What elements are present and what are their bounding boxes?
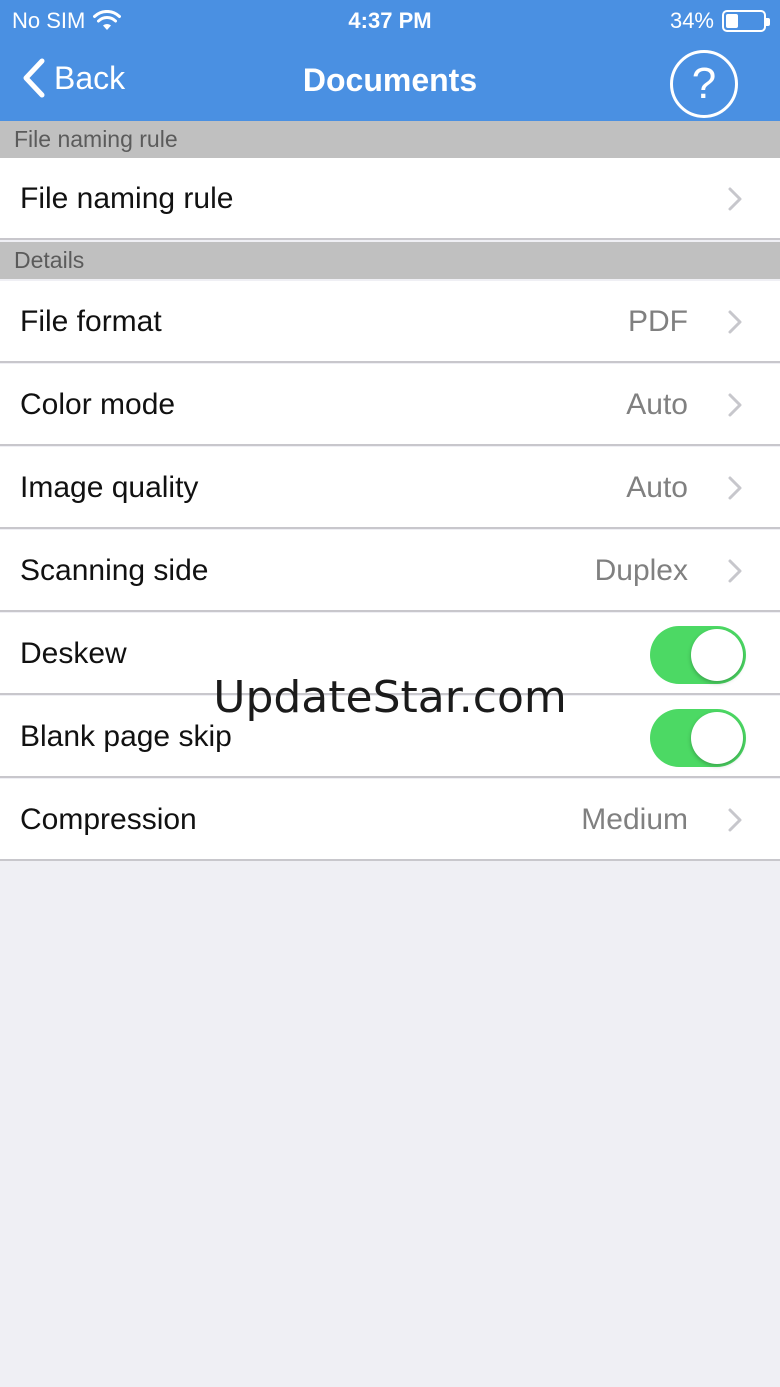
row-value: Medium [581, 803, 688, 836]
chevron-right-icon [728, 476, 742, 500]
navigation-bar: Back Documents ? [0, 40, 780, 121]
section-header-details: Details [0, 242, 780, 279]
status-right: 34% [669, 8, 770, 34]
row-value: Auto [626, 471, 688, 504]
question-mark-icon: ? [691, 59, 717, 108]
row-file-naming-rule[interactable]: File naming rule [0, 158, 780, 240]
status-bar: No SIM 4:37 PM 34% [0, 0, 780, 40]
documents-settings-screen: No SIM 4:37 PM 34% Back Documents ? File… [0, 0, 780, 1387]
page-title: Documents [302, 62, 478, 98]
row-value: PDF [628, 305, 688, 338]
chevron-right-icon [728, 393, 742, 417]
chevron-right-icon [728, 808, 742, 832]
row-value: Duplex [594, 554, 688, 587]
top-bar: No SIM 4:37 PM 34% Back Documents ? [0, 0, 780, 121]
chevron-right-icon [728, 310, 742, 334]
chevron-right-icon [728, 559, 742, 583]
help-button[interactable]: ? [670, 50, 738, 118]
watermark-text: UpdateStar.com [213, 672, 567, 723]
row-label: File format [20, 305, 162, 338]
battery-percent: 34% [669, 8, 714, 33]
section-header-naming: File naming rule [0, 121, 780, 158]
row-label: Color mode [20, 388, 176, 421]
row-label: File naming rule [20, 182, 234, 215]
status-time: 4:37 PM [348, 8, 432, 33]
row-scanning-side[interactable]: Scanning side Duplex [0, 530, 780, 612]
row-label: Image quality [20, 471, 199, 504]
chevron-right-icon [728, 187, 742, 211]
row-label: Compression [20, 803, 197, 836]
row-label: Scanning side [20, 554, 209, 587]
battery-icon [722, 10, 770, 32]
row-image-quality[interactable]: Image quality Auto [0, 447, 780, 529]
row-compression[interactable]: Compression Medium [0, 779, 780, 861]
row-color-mode[interactable]: Color mode Auto [0, 364, 780, 446]
row-file-format[interactable]: File format PDF [0, 281, 780, 363]
row-value: Auto [626, 388, 688, 421]
